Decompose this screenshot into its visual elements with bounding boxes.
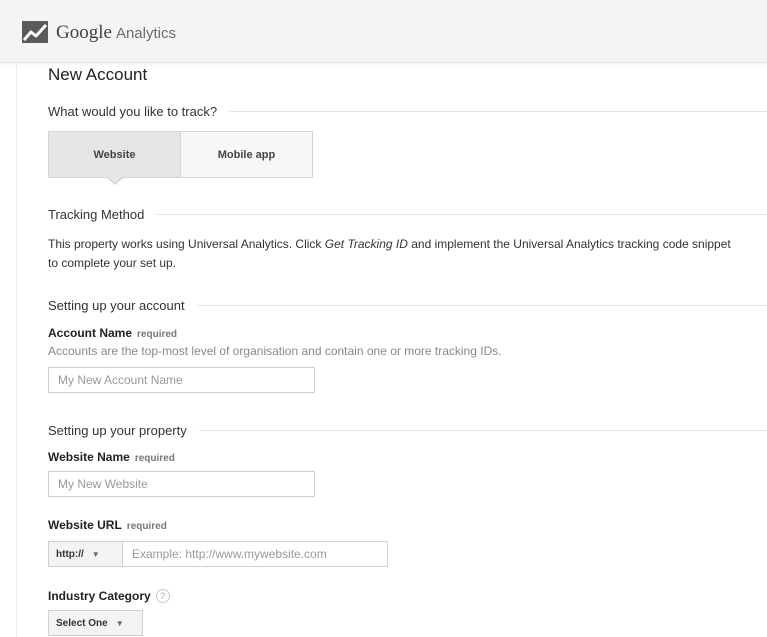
website-url-label-text: Website URL (48, 518, 122, 532)
section-divider (229, 110, 767, 112)
section-divider (156, 213, 767, 215)
website-name-label-text: Website Name (48, 450, 130, 464)
description-text: and implement the Universal Analytics tr… (407, 237, 731, 251)
selected-pointer-fill (107, 176, 123, 183)
website-name-label: Website Name required (48, 450, 175, 464)
industry-category-select[interactable]: Select One ▼ (48, 610, 143, 636)
industry-category-value: Select One (56, 617, 108, 629)
protocol-value: http:// (56, 548, 84, 560)
section-divider (198, 429, 767, 431)
website-name-input[interactable] (48, 471, 315, 497)
account-name-input[interactable] (48, 367, 315, 393)
website-url-label: Website URL required (48, 518, 167, 532)
description-text: This property works using Universal Anal… (48, 237, 325, 251)
protocol-select[interactable]: http:// ▼ (48, 541, 123, 567)
brand-google: Google (56, 22, 112, 43)
track-question: What would you like to track? (48, 103, 218, 119)
required-indicator: required (126, 521, 167, 532)
property-section-header: Setting up your property (48, 421, 767, 439)
account-section-header: Setting up your account (48, 296, 767, 314)
get-tracking-id-mention: Get Tracking ID (324, 237, 408, 251)
brand-name[interactable]: Google Analytics (56, 21, 176, 46)
track-section-header: What would you like to track? (48, 102, 767, 120)
help-circle-icon[interactable]: ? (155, 589, 170, 603)
section-divider (196, 304, 767, 306)
tracking-method-heading: Tracking Method (48, 206, 145, 222)
page-title: New Account (48, 65, 148, 84)
industry-category-label-text: Industry Category (48, 589, 151, 603)
app-header: Google Analytics (0, 0, 767, 63)
account-heading: Setting up your account (48, 297, 185, 313)
tracking-method-description: This property works using Universal Anal… (48, 237, 731, 251)
tracking-method-description-line2: to complete your set up. (48, 256, 177, 270)
left-divider (16, 62, 17, 637)
chevron-down-icon: ▼ (91, 549, 100, 559)
tracking-method-header: Tracking Method (48, 205, 767, 223)
required-indicator: required (137, 329, 178, 340)
property-heading: Setting up your property (48, 422, 187, 438)
chevron-down-icon: ▼ (115, 618, 124, 628)
account-name-label: Account Name required (48, 326, 177, 340)
track-type-toggle: Website Mobile app (48, 131, 313, 178)
mobile-app-option-button[interactable]: Mobile app (181, 132, 312, 177)
required-indicator: required (134, 453, 175, 464)
analytics-logo-icon[interactable] (22, 21, 48, 43)
industry-category-label: Industry Category? (48, 589, 170, 603)
brand-analytics: Analytics (115, 25, 176, 42)
account-name-label-text: Account Name (48, 326, 133, 340)
website-url-input[interactable] (122, 541, 388, 567)
website-option-button[interactable]: Website (49, 132, 181, 177)
account-name-help: Accounts are the top-most level of organ… (48, 344, 502, 358)
